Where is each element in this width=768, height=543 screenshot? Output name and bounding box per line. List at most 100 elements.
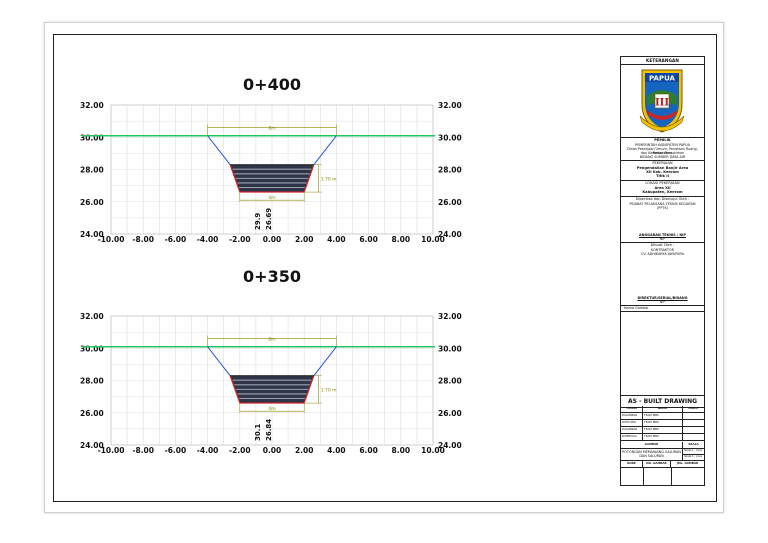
signoff-role-4: DIPERIKSA	[621, 434, 643, 441]
owner-label: PEMILIK	[654, 138, 671, 142]
offset-label: 6.00	[359, 446, 378, 455]
job-label: PEKERJAAN	[652, 161, 673, 165]
divider	[643, 468, 644, 486]
offset-label: -4.00	[197, 235, 219, 244]
signoff-name-4: TEAM MBS	[643, 434, 683, 441]
offset-label: -2.00	[229, 446, 251, 455]
dimension-bottom-width: 4m	[268, 406, 275, 412]
elevation-label-right: 26.00	[438, 198, 462, 207]
sheet-count-header: JML. GAMBAR	[671, 461, 704, 468]
elevation-label-left: 32.00	[80, 101, 104, 110]
job-line-3: Titik II	[656, 174, 669, 178]
elevation-value-ground: 29.9	[254, 213, 262, 230]
checked-line-2: (PPTK)	[656, 206, 669, 210]
approver-nip: NIP	[659, 237, 666, 241]
offset-label: 0.00	[263, 235, 282, 244]
signoff-initial-2	[683, 420, 704, 427]
signoff-initial-3	[683, 427, 704, 434]
section-title-2: 0+350	[243, 267, 301, 286]
director-nip: NIP	[659, 300, 666, 304]
offset-label: 8.00	[392, 235, 411, 244]
drawing-name-label: Nama Gambar	[624, 306, 649, 310]
offset-label: 2.00	[295, 446, 314, 455]
titleblock-heading: KETERANGAN	[646, 58, 679, 63]
left-slope-upper	[207, 135, 231, 165]
sheet-number-header: NO. GAMBAR	[643, 461, 671, 468]
right-slope-upper	[313, 135, 337, 165]
as-built-signoff-table: TUGAS NAMA PARAF DIGAMBAR TEAM MBS DIHIT…	[621, 406, 704, 442]
offset-label: -6.00	[165, 235, 187, 244]
elevation-label-right: 32.00	[438, 101, 462, 110]
elevation-label-left: 28.00	[80, 377, 104, 386]
elevation-label-left: 28.00	[80, 166, 104, 175]
offset-label: 2.00	[295, 235, 314, 244]
elevation-label-left: 30.00	[80, 133, 104, 142]
location-label: LOKASI PEKERJAAN	[645, 181, 680, 185]
as-built-block: AS - BUILT DRAWING TUGAS NAMA PARAF DIGA…	[621, 395, 704, 486]
divider	[621, 311, 704, 312]
dimension-depth: 1.70 m	[321, 176, 337, 182]
offset-label: -2.00	[229, 235, 251, 244]
divider	[621, 64, 704, 65]
divider	[671, 468, 672, 486]
elevation-value-ground: 30.1	[254, 424, 262, 441]
signoff-role-3: DIGAMBAR	[621, 427, 643, 434]
papua-emblem-logo: PAPUA III	[639, 69, 685, 133]
elevation-label-right: 28.00	[438, 377, 462, 386]
dimension-top-width: 8m	[268, 336, 275, 342]
elevation-label-right: 28.00	[438, 166, 462, 175]
elevation-label-left: 26.00	[80, 198, 104, 207]
offset-label: -4.00	[197, 446, 219, 455]
made-by-line-2: CV. ADHIKARYA JAYAPURA	[641, 252, 684, 256]
dimension-bottom-width: 4m	[268, 195, 275, 201]
elevation-label-right: 30.00	[438, 133, 462, 142]
elevation-label-right: 30.00	[438, 344, 462, 353]
offset-label: -10.00	[98, 446, 125, 455]
elevation-label-right: 26.00	[438, 409, 462, 418]
drawing-name-header: GAMBAR	[621, 442, 683, 449]
signoff-name-1: TEAM MBS	[643, 413, 683, 420]
checked-label: Diperiksa dan Disetujui Oleh :	[635, 197, 690, 201]
logo-text: PAPUA	[649, 75, 676, 83]
logo-roman-numeral: III	[655, 98, 669, 109]
offset-label: -8.00	[132, 235, 154, 244]
right-slope-upper	[313, 346, 337, 376]
owner-line-4: BIDANG SUMBER DAYA AIR	[639, 155, 686, 159]
signoff-role-2: DIHITUNG	[621, 420, 643, 427]
signoff-header-name: NAMA	[643, 406, 683, 413]
offset-label: 4.00	[327, 446, 346, 455]
elevation-label-left: 32.00	[80, 312, 104, 321]
offset-label: 4.00	[327, 235, 346, 244]
elevation-label-left: 26.00	[80, 409, 104, 418]
made-by-label: Dibuat Oleh :	[650, 243, 675, 247]
as-built-drawing-info: GAMBAR SKALA POTONGAN MEMANJANG SALURAN …	[621, 442, 704, 486]
code-header: KODE	[621, 461, 643, 468]
location-line-2: Kabupaten, Keerom	[642, 190, 683, 194]
signoff-initial-1	[683, 413, 704, 420]
drawing-name: POTONGAN MEMANJANG SALURAN DAN SALURAN	[621, 449, 683, 461]
title-block: KETERANGAN PAPUA III PEMILIK PEMERINTAH …	[620, 56, 705, 486]
signoff-role-1: DIGAMBAR	[621, 413, 643, 420]
elevation-value-bed: 26.69	[265, 208, 273, 230]
section-title-1: 0+400	[243, 75, 301, 94]
offset-label: 10.00	[421, 235, 445, 244]
signoff-name-3: TEAM MBS	[643, 427, 683, 434]
signoff-initial-4	[683, 434, 704, 441]
offset-label: -10.00	[98, 235, 125, 244]
offset-label: 0.00	[263, 446, 282, 455]
dimension-depth: 1.70 m	[321, 387, 337, 393]
offset-label: 6.00	[359, 235, 378, 244]
offset-label: -8.00	[132, 446, 154, 455]
elevation-label-right: 32.00	[438, 312, 462, 321]
elevation-value-bed: 26.84	[265, 419, 273, 441]
offset-label: -6.00	[165, 446, 187, 455]
scale-header: SKALA	[683, 442, 704, 449]
signoff-header-task: TUGAS	[621, 406, 643, 413]
offset-label: 8.00	[392, 446, 411, 455]
signoff-header-initial: PARAF	[683, 406, 704, 413]
elevation-label-left: 30.00	[80, 344, 104, 353]
left-slope-upper	[207, 346, 231, 376]
signoff-name-2: TEAM MBS	[643, 420, 683, 427]
offset-label: 10.00	[421, 446, 445, 455]
dimension-top-width: 8m	[268, 125, 275, 131]
